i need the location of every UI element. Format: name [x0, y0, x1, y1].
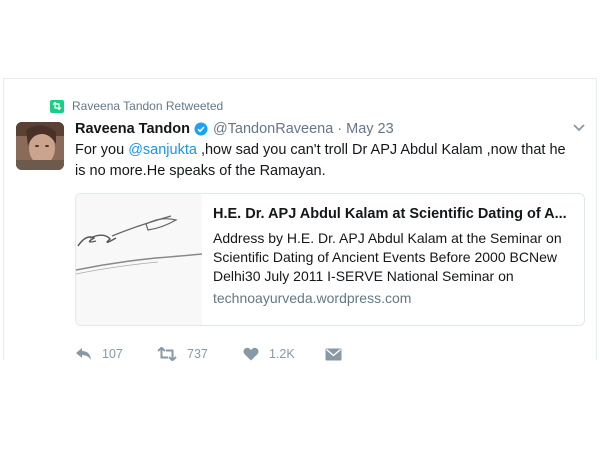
direct-message-button[interactable] — [325, 348, 342, 361]
link-domain: technoayurveda.wordpress.com — [213, 290, 412, 306]
retweet-button[interactable]: 737 — [157, 347, 243, 361]
retweet-context: Raveena Tandon Retweeted — [50, 98, 223, 114]
retweet-icon — [50, 99, 64, 113]
like-count: 1.2K — [269, 347, 295, 361]
heart-icon — [243, 347, 259, 361]
tweet-actions: 107 737 1.2K — [75, 344, 342, 364]
retweet-action-icon — [157, 347, 177, 361]
like-button[interactable]: 1.2K — [243, 347, 325, 361]
link-preview-body: H.E. Dr. APJ Abdul Kalam at Scientific D… — [213, 205, 578, 306]
author-handle[interactable]: @TandonRaveena — [213, 121, 333, 137]
link-description: Address by H.E. Dr. APJ Abdul Kalam at t… — [213, 230, 562, 284]
tweet-header: Raveena Tandon @TandonRaveena · May 23 — [75, 119, 394, 139]
tweet-text-part-1: For you — [75, 142, 129, 158]
author-name[interactable]: Raveena Tandon — [75, 121, 190, 137]
retweet-context-label: Raveena Tandon Retweeted — [72, 99, 224, 113]
mention-link[interactable]: @sanjukta — [128, 142, 197, 158]
envelope-icon — [325, 348, 342, 361]
link-thumbnail[interactable] — [76, 194, 203, 325]
retweet-count: 737 — [187, 347, 208, 361]
reply-icon — [75, 347, 92, 361]
link-title[interactable]: H.E. Dr. APJ Abdul Kalam at Scientific D… — [213, 205, 578, 224]
link-preview-card[interactable]: H.E. Dr. APJ Abdul Kalam at Scientific D… — [75, 193, 585, 326]
verified-badge-icon — [194, 122, 208, 136]
tweet-timestamp[interactable]: May 23 — [346, 121, 394, 137]
reply-count: 107 — [102, 347, 123, 361]
separator-dot: · — [337, 121, 343, 137]
avatar[interactable] — [16, 122, 64, 170]
tweet-text: For you @sanjukta ,how sad you can't tro… — [75, 140, 580, 182]
reply-button[interactable]: 107 — [75, 347, 157, 361]
chevron-down-icon[interactable] — [572, 120, 586, 138]
